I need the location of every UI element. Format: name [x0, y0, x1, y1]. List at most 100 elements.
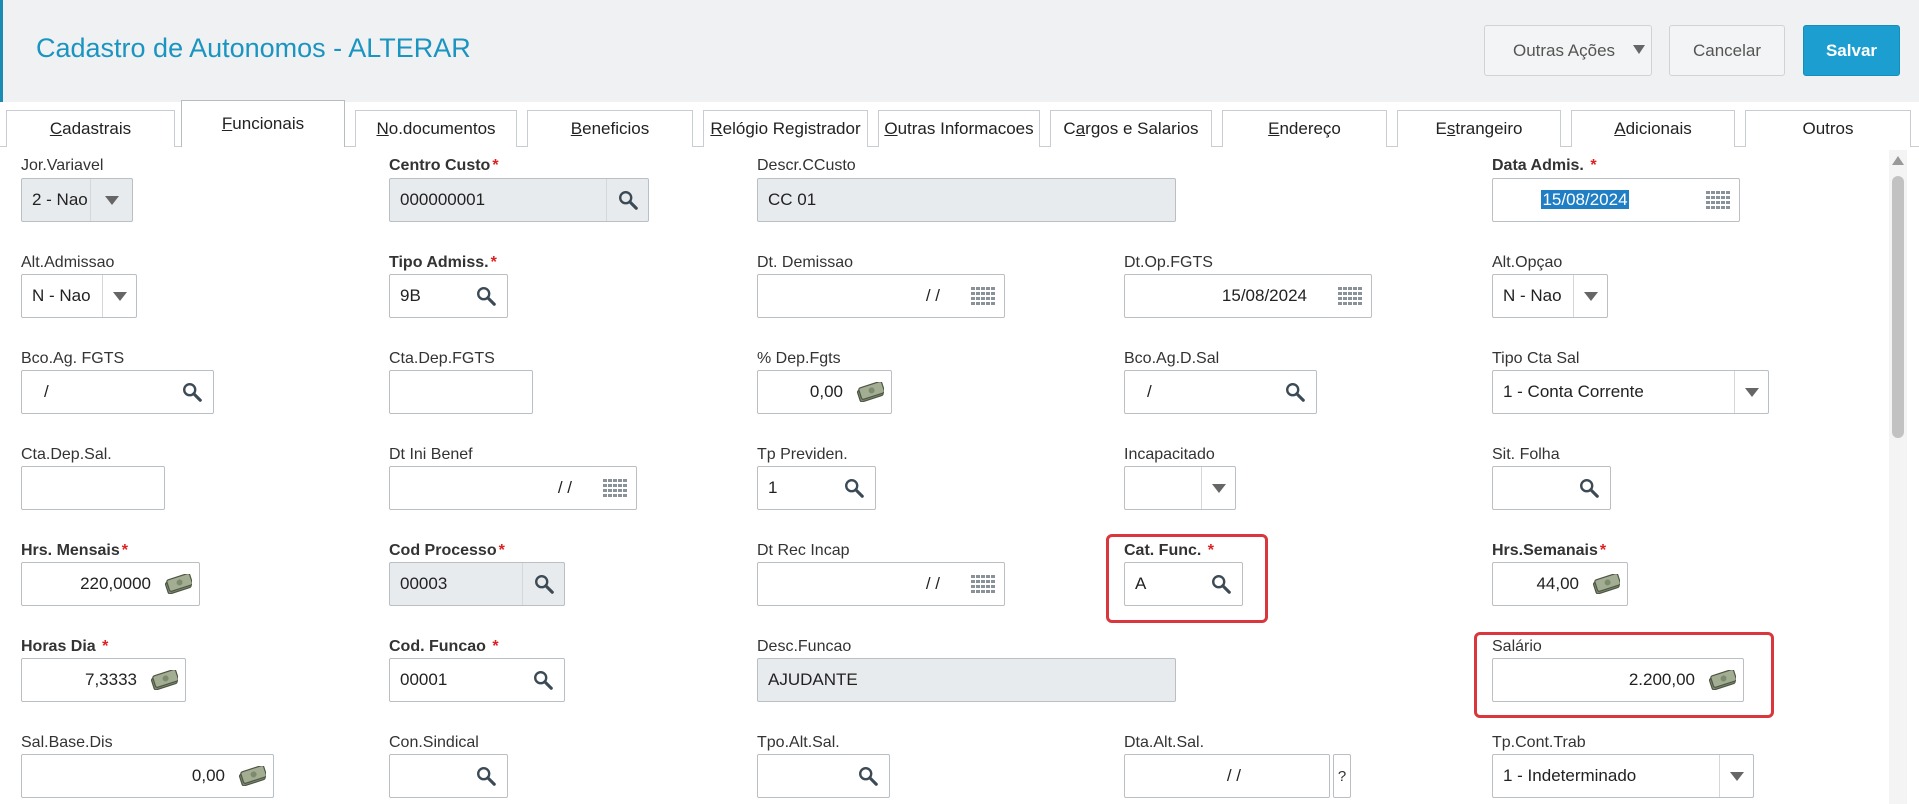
search-icon[interactable]: [465, 275, 507, 317]
tab-no-documentos[interactable]: No.documentos: [355, 110, 517, 147]
tipo-admiss-input[interactable]: 9B: [389, 274, 508, 318]
tab-estrangeiro[interactable]: Estrangeiro: [1397, 110, 1561, 147]
cat-func-input[interactable]: A: [1124, 562, 1243, 606]
cta-dep-fgts-input[interactable]: [389, 370, 533, 414]
descr-ccusto-label: Descr.CCusto: [757, 157, 856, 174]
scroll-up-icon[interactable]: [1892, 156, 1904, 165]
data-admis-label: Data Admis. *: [1492, 157, 1597, 174]
tp-cont-trab-select[interactable]: 1 - Indeterminado: [1492, 754, 1754, 798]
sal-base-dis-label: Sal.Base.Dis: [21, 734, 113, 751]
tab-beneficios[interactable]: Beneficios: [527, 110, 693, 147]
dt-op-fgts-input[interactable]: 15/08/2024: [1124, 274, 1372, 318]
jor-variavel-label: Jor.Variavel: [21, 157, 104, 174]
jor-variavel-select[interactable]: 2 - Nao: [21, 178, 133, 222]
tab-cadastrais[interactable]: Cadastrais: [6, 110, 175, 147]
tab-funcionais[interactable]: Funcionais: [181, 100, 345, 147]
dropdown-arrow-icon[interactable]: [90, 179, 132, 221]
desc-funcao-label: Desc.Funcao: [757, 638, 852, 655]
alt-admissao-select[interactable]: N - Nao: [21, 274, 137, 318]
calendar-icon[interactable]: [1329, 275, 1371, 317]
calendar-icon[interactable]: [962, 275, 1004, 317]
search-icon[interactable]: [1200, 563, 1242, 605]
tipo-admiss-value: 9B: [400, 286, 421, 305]
cat-func-value: A: [1135, 574, 1147, 593]
calculator-money-icon[interactable]: [157, 563, 199, 605]
dt-op-fgts-label: Dt.Op.FGTS: [1124, 254, 1213, 271]
search-icon[interactable]: [465, 755, 507, 797]
calculator-money-icon[interactable]: [1585, 563, 1627, 605]
cod-funcao-input[interactable]: 00001: [389, 658, 565, 702]
dropdown-arrow-icon[interactable]: [1201, 467, 1235, 509]
cod-funcao-label: Cod. Funcao *: [389, 638, 499, 655]
tpo-alt-sal-input[interactable]: [757, 754, 890, 798]
dropdown-arrow-icon[interactable]: [1719, 755, 1753, 797]
search-icon[interactable]: [522, 563, 564, 605]
search-icon[interactable]: [833, 467, 875, 509]
dt-ini-benef-value: / /: [557, 478, 572, 497]
save-button[interactable]: Salvar: [1803, 25, 1900, 76]
search-icon[interactable]: [606, 179, 648, 221]
cta-dep-sal-input[interactable]: [21, 466, 165, 510]
incapacitado-select[interactable]: [1124, 466, 1236, 510]
calculator-money-icon[interactable]: [849, 371, 891, 413]
desc-funcao-input: AJUDANTE: [757, 658, 1176, 702]
alt-opcao-value: N - Nao: [1503, 286, 1562, 305]
tipo-cta-sal-select[interactable]: 1 - Conta Corrente: [1492, 370, 1769, 414]
scrollbar-thumb[interactable]: [1892, 176, 1904, 438]
calculator-money-icon[interactable]: [1701, 659, 1743, 701]
calculator-money-icon[interactable]: [143, 659, 185, 701]
salario-input[interactable]: 2.200,00: [1492, 658, 1744, 702]
tp-previden-input[interactable]: 1: [757, 466, 876, 510]
calculator-money-icon[interactable]: [231, 755, 273, 797]
alt-opcao-select[interactable]: N - Nao: [1492, 274, 1608, 318]
dropdown-arrow-icon[interactable]: [1734, 371, 1768, 413]
dta-alt-sal-input[interactable]: / /: [1124, 754, 1330, 798]
dt-rec-incap-input[interactable]: / /: [757, 562, 1005, 606]
bco-ag-d-sal-input[interactable]: /: [1124, 370, 1317, 414]
tab-label: Cargos e Salarios: [1063, 119, 1199, 138]
alt-admissao-value: N - Nao: [32, 286, 91, 305]
vertical-scrollbar[interactable]: [1889, 150, 1907, 804]
tab-cargos-e-salarios[interactable]: Cargos e Salarios: [1050, 110, 1212, 147]
hrs-mensais-input[interactable]: 220,0000: [21, 562, 200, 606]
dta-alt-sal-label: Dta.Alt.Sal.: [1124, 734, 1205, 751]
tab-outras-informacoes[interactable]: Outras Informacoes: [878, 110, 1040, 147]
cod-processo-label: Cod Processo *: [389, 542, 505, 559]
dt-demissao-input[interactable]: / /: [757, 274, 1005, 318]
sit-folha-input[interactable]: [1492, 466, 1611, 510]
tab-relogio-registrador[interactable]: Relógio Registrador: [703, 110, 868, 147]
search-icon[interactable]: [1274, 371, 1316, 413]
horas-dia-input[interactable]: 7,3333: [21, 658, 186, 702]
search-icon[interactable]: [847, 755, 889, 797]
bco-ag-fgts-input[interactable]: /: [21, 370, 214, 414]
cod-processo-input[interactable]: 00003: [389, 562, 565, 606]
calendar-icon[interactable]: [594, 467, 636, 509]
centro-custo-input[interactable]: 000000001: [389, 178, 649, 222]
dropdown-arrow-icon[interactable]: [102, 275, 136, 317]
search-icon[interactable]: [171, 371, 213, 413]
cancel-button[interactable]: Cancelar: [1669, 25, 1785, 76]
tp-previden-value: 1: [768, 478, 778, 497]
centro-custo-value: 000000001: [400, 190, 486, 209]
calendar-icon[interactable]: [1697, 179, 1739, 221]
hrs-semanais-input[interactable]: 44,00: [1492, 562, 1628, 606]
dt-ini-benef-input[interactable]: / /: [389, 466, 637, 510]
hrs-mensais-value: 220,0000: [80, 574, 151, 593]
con-sindical-label: Con.Sindical: [389, 734, 479, 751]
page-header: Cadastro de Autonomos - ALTERAR Outras A…: [0, 0, 1919, 102]
dropdown-arrow-icon[interactable]: [1573, 275, 1607, 317]
con-sindical-input[interactable]: [389, 754, 508, 798]
outras-acoes-button[interactable]: Outras Ações: [1484, 25, 1652, 76]
tab-outros[interactable]: Outros: [1745, 110, 1911, 147]
hrs-semanais-label: Hrs.Semanais *: [1492, 542, 1607, 559]
dta-alt-sal-help-button[interactable]: ?: [1333, 754, 1351, 798]
tab-endereco[interactable]: Endereço: [1222, 110, 1387, 147]
pct-dep-fgts-input[interactable]: 0,00: [757, 370, 892, 414]
search-icon[interactable]: [522, 659, 564, 701]
descr-ccusto-value: CC 01: [768, 190, 817, 209]
search-icon[interactable]: [1568, 467, 1610, 509]
data-admis-input[interactable]: 15/08/2024: [1492, 178, 1740, 222]
calendar-icon[interactable]: [962, 563, 1004, 605]
sal-base-dis-input[interactable]: 0,00: [21, 754, 274, 798]
tab-adicionais[interactable]: Adicionais: [1571, 110, 1735, 147]
